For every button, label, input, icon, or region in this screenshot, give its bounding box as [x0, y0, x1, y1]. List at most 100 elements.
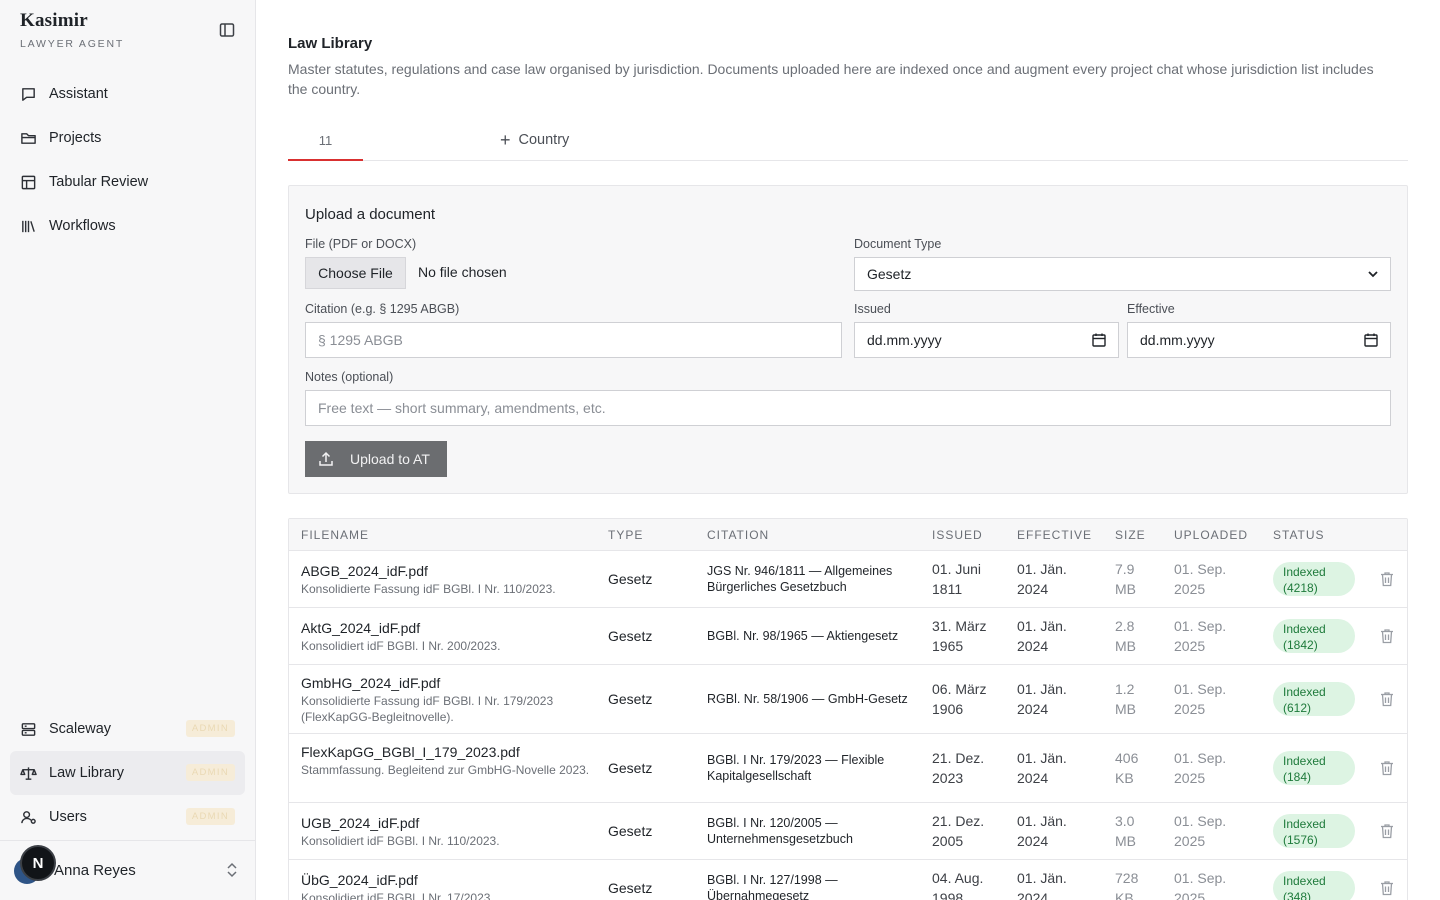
table-row[interactable]: ABGB_2024_idF.pdf Konsolidierte Fassung …	[289, 551, 1407, 608]
header-type[interactable]: TYPE	[608, 528, 643, 542]
status-badge: Indexed (612)	[1273, 682, 1355, 716]
chevron-down-icon	[1368, 271, 1378, 278]
citation-cell: BGBl. I Nr. 127/1998 — Übernahmegesetz	[707, 873, 838, 900]
sidebar-item-workflows[interactable]: Workflows	[10, 204, 245, 248]
sidebar-item-tabular-review[interactable]: Tabular Review	[10, 160, 245, 204]
citation-cell: BGBl. Nr. 98/1965 — Aktiengesetz	[707, 629, 899, 643]
tab-country-active[interactable]: 11	[288, 121, 363, 161]
sidebar-item-assistant[interactable]: Assistant	[10, 72, 245, 116]
notes-field[interactable]	[318, 400, 1378, 416]
trash-icon[interactable]	[1380, 823, 1394, 839]
issued-cell: 21. Dez. 2005	[932, 813, 985, 849]
table-row[interactable]: FlexKapGG_BGBl_I_179_2023.pdf Stammfassu…	[289, 734, 1407, 803]
sidebar: Kasimir LAWYER AGENT Assistant Projects …	[0, 0, 256, 900]
uploaded-cell: 01. Sep. 2025	[1174, 870, 1227, 900]
issued-cell: 21. Dez. 2023	[932, 750, 985, 786]
file-note: Konsolidiert idF BGBl. I Nr. 200/2023.	[301, 639, 501, 653]
header-filename[interactable]: FILENAME	[301, 528, 369, 542]
filename-cell: UGB_2024_idF.pdf Konsolidiert idF BGBl. …	[301, 815, 591, 849]
doctype-value: Gesetz	[867, 266, 912, 282]
sidebar-item-label: Assistant	[49, 86, 108, 102]
sidebar-item-users[interactable]: Users ADMIN	[10, 795, 245, 839]
sidebar-item-label: Users	[49, 809, 87, 825]
file-status: No file chosen	[418, 264, 507, 280]
issued-cell: 01. Juni 1811	[932, 561, 982, 597]
trash-icon[interactable]	[1380, 880, 1394, 896]
avatar: N	[20, 845, 56, 881]
sidebar-item-label: Workflows	[49, 218, 116, 234]
status-badge: Indexed (1842)	[1273, 619, 1355, 653]
issued-date-value: dd.mm.yyyy	[867, 332, 942, 348]
upload-button-label: Upload to AT	[350, 451, 430, 467]
table-row[interactable]: AktG_2024_idF.pdf Konsolidiert idF BGBl.…	[289, 608, 1407, 665]
effective-cell: 01. Jän. 2024	[1017, 870, 1067, 900]
table-row[interactable]: ÜbG_2024_idF.pdf Konsolidiert idF BGBl. …	[289, 860, 1407, 900]
trash-icon[interactable]	[1380, 760, 1394, 776]
effective-date-input[interactable]: dd.mm.yyyy	[1127, 322, 1391, 358]
sidebar-item-law-library[interactable]: Law Library ADMIN	[10, 751, 245, 795]
add-country-button[interactable]: + Country	[500, 131, 569, 149]
file-note: Konsolidiert idF BGBl. I Nr. 17/2023.	[301, 891, 494, 900]
admin-badge: ADMIN	[185, 720, 235, 737]
filename: AktG_2024_idF.pdf	[301, 620, 421, 636]
sidebar-toggle-button[interactable]	[216, 20, 238, 40]
header-size[interactable]: SIZE	[1115, 528, 1146, 542]
admin-badge: ADMIN	[185, 808, 235, 825]
filename-cell: ABGB_2024_idF.pdf Konsolidierte Fassung …	[301, 563, 591, 597]
country-tabs: 11 + Country	[288, 121, 1408, 161]
effective-cell: 01. Jän. 2024	[1017, 681, 1067, 717]
filename: ÜbG_2024_idF.pdf	[301, 872, 418, 888]
user-name: Anna Reyes	[54, 862, 136, 879]
citation-input[interactable]	[305, 322, 842, 358]
header-uploaded[interactable]: UPLOADED	[1174, 528, 1248, 542]
size-cell: 3.0 MB	[1115, 813, 1136, 849]
issued-cell: 04. Aug. 1998	[932, 870, 984, 900]
chevron-up-down-icon	[227, 862, 237, 878]
uploaded-cell: 01. Sep. 2025	[1174, 618, 1227, 654]
file-note: Stammfassung. Begleitend zur GmbHG-Novel…	[301, 763, 590, 777]
effective-cell: 01. Jän. 2024	[1017, 750, 1067, 786]
issued-date-input[interactable]: dd.mm.yyyy	[854, 322, 1119, 358]
notes-input[interactable]	[305, 390, 1391, 426]
trash-icon[interactable]	[1380, 691, 1394, 707]
size-cell: 2.8 MB	[1115, 618, 1136, 654]
library-icon	[22, 220, 35, 232]
server-icon	[21, 722, 36, 736]
sidebar-toggle-icon	[219, 23, 235, 37]
calendar-icon	[1364, 333, 1378, 347]
citation-cell: BGBl. I Nr. 179/2023 — Flexible Kapitalg…	[707, 753, 885, 783]
citation-cell: JGS Nr. 946/1811 — Allgemeines Bürgerlic…	[707, 564, 893, 594]
header-citation[interactable]: CITATION	[707, 528, 769, 542]
choose-file-button[interactable]: Choose File	[305, 257, 406, 289]
size-cell: 1.2 MB	[1115, 681, 1136, 717]
header-effective[interactable]: EFFECTIVE	[1017, 528, 1092, 542]
file-note: Konsolidierte Fassung idF BGBl. I Nr. 17…	[301, 694, 554, 724]
header-status[interactable]: STATUS	[1273, 528, 1325, 542]
size-cell: 7.9 MB	[1115, 561, 1136, 597]
sidebar-item-label: Law Library	[49, 765, 124, 781]
filename: FlexKapGG_BGBl_I_179_2023.pdf	[301, 744, 520, 760]
table-icon	[21, 175, 36, 189]
user-menu[interactable]: N Anna Reyes	[0, 840, 255, 900]
brand-name: Kasimir	[20, 10, 88, 31]
table-row[interactable]: GmbHG_2024_idF.pdf Konsolidierte Fassung…	[289, 665, 1407, 734]
upload-button[interactable]: Upload to AT	[305, 441, 447, 477]
brand: Kasimir LAWYER AGENT	[20, 10, 124, 50]
file-label: File (PDF or DOCX)	[305, 237, 417, 251]
issued-cell: 31. März 1965	[932, 618, 987, 654]
citation-field[interactable]	[318, 332, 829, 348]
trash-icon[interactable]	[1380, 571, 1394, 587]
sidebar-item-scaleway[interactable]: Scaleway ADMIN	[10, 707, 245, 751]
filename-cell: FlexKapGG_BGBl_I_179_2023.pdf Stammfassu…	[301, 744, 591, 778]
plus-icon: +	[500, 130, 511, 150]
table-row[interactable]: UGB_2024_idF.pdf Konsolidiert idF BGBl. …	[289, 803, 1407, 860]
doctype-select[interactable]: Gesetz	[854, 257, 1391, 291]
sidebar-item-projects[interactable]: Projects	[10, 116, 245, 160]
upload-form: Upload a document File (PDF or DOCX) Cho…	[288, 185, 1408, 494]
header-issued[interactable]: ISSUED	[932, 528, 983, 542]
type-cell: Gesetz	[608, 823, 653, 839]
effective-label: Effective	[1127, 302, 1175, 316]
sidebar-item-label: Tabular Review	[49, 174, 149, 190]
trash-icon[interactable]	[1380, 628, 1394, 644]
citation-cell: BGBl. I Nr. 120/2005 — Unternehmensgeset…	[707, 816, 853, 846]
